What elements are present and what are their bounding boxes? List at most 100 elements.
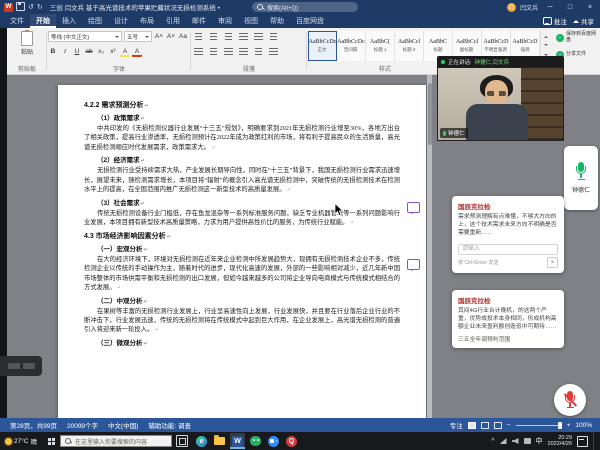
zoom-slider[interactable] bbox=[516, 425, 562, 426]
superscript-button[interactable]: x² bbox=[108, 47, 118, 57]
scrollbar-thumb[interactable] bbox=[428, 83, 432, 145]
ribbon-tab-home[interactable]: 开始 bbox=[30, 14, 56, 28]
taskbar-clock[interactable]: 20:29 2022/4/26 bbox=[548, 435, 572, 448]
vertical-scrollbar[interactable] bbox=[427, 75, 432, 418]
align-left-icon[interactable] bbox=[192, 47, 205, 57]
network-icon[interactable] bbox=[500, 438, 507, 444]
increase-indent-icon[interactable] bbox=[252, 32, 265, 42]
muted-mic-button[interactable] bbox=[554, 384, 586, 416]
security-icon[interactable] bbox=[524, 438, 531, 444]
taskbar-app-edge[interactable]: e bbox=[194, 433, 209, 449]
decrease-indent-icon[interactable] bbox=[237, 32, 250, 42]
meeting-mic-panel[interactable]: 钟德仁 bbox=[564, 146, 598, 210]
comments-button[interactable]: 批注 bbox=[543, 16, 567, 26]
maximize-button[interactable]: □ bbox=[562, 0, 578, 14]
taskbar-app-qq[interactable]: Q bbox=[284, 433, 299, 449]
sort-icon[interactable] bbox=[267, 32, 280, 42]
font-color-button[interactable]: A bbox=[132, 47, 142, 57]
weather-widget[interactable]: 27°C 晴 bbox=[0, 432, 42, 450]
save-to-baidu-pan-button[interactable]: 保存到百度网盘 bbox=[556, 28, 598, 45]
widget-button[interactable] bbox=[8, 363, 20, 369]
notification-icon[interactable] bbox=[577, 436, 588, 447]
underline-button[interactable]: U bbox=[72, 47, 82, 57]
ribbon-tab-draw[interactable]: 绘图 bbox=[82, 14, 108, 28]
word-count[interactable]: 20099个字 bbox=[67, 420, 98, 430]
widget-button[interactable] bbox=[23, 363, 35, 369]
user-avatar[interactable]: 闫 bbox=[507, 3, 516, 12]
italic-button[interactable]: I bbox=[60, 47, 70, 57]
close-icon[interactable]: × bbox=[547, 257, 558, 268]
comment-card[interactable]: 国辰克拉检 其间4G行业合计晚机，的这两个严重，优势成投术本身相同，形成机构高额… bbox=[452, 290, 564, 348]
language-indicator[interactable]: 中文(中国) bbox=[108, 420, 138, 430]
borders-icon[interactable] bbox=[267, 47, 280, 57]
start-button[interactable] bbox=[42, 432, 60, 450]
document-page[interactable]: 4.2.2 需求预测分析 （1）政策需求 中共印发的《无损检测仪器行业发展“十三… bbox=[58, 85, 426, 418]
change-case-button[interactable]: Aa bbox=[178, 32, 188, 42]
focus-mode-button[interactable]: 专注 bbox=[450, 420, 463, 430]
accessibility-status[interactable]: 辅助功能: 调查 bbox=[148, 420, 191, 430]
align-right-icon[interactable] bbox=[222, 47, 235, 57]
strikethrough-button[interactable]: ab bbox=[84, 47, 94, 57]
subscript-button[interactable]: x₂ bbox=[96, 47, 106, 57]
ribbon-tab-review[interactable]: 审阅 bbox=[212, 14, 238, 28]
bullets-icon[interactable] bbox=[192, 32, 205, 42]
read-mode-icon[interactable] bbox=[468, 422, 476, 429]
ribbon-tab-insert[interactable]: 插入 bbox=[56, 14, 82, 28]
ribbon-tab-design[interactable]: 设计 bbox=[108, 14, 134, 28]
zoom-out-button[interactable]: − bbox=[507, 422, 511, 429]
undo-button[interactable]: ↺ bbox=[28, 4, 34, 11]
ribbon-tab-help[interactable]: 帮助 bbox=[264, 14, 290, 28]
save-button[interactable] bbox=[16, 2, 25, 13]
comment-anchor-icon[interactable] bbox=[407, 259, 420, 270]
minimize-button[interactable]: ─ bbox=[542, 0, 558, 14]
ime-indicator[interactable]: 中 bbox=[536, 436, 543, 446]
web-layout-icon[interactable] bbox=[494, 422, 502, 429]
close-button[interactable]: × bbox=[582, 0, 598, 14]
paste-button[interactable]: 粘贴 bbox=[8, 28, 46, 56]
ribbon-tab-view[interactable]: 视图 bbox=[238, 14, 264, 28]
ribbon-tab-mailings[interactable]: 邮件 bbox=[186, 14, 212, 28]
text-highlight-button[interactable]: A bbox=[120, 47, 130, 57]
comment-reply-input[interactable] bbox=[458, 244, 558, 255]
show-desktop-button[interactable] bbox=[593, 432, 597, 450]
font-size-select[interactable]: 五号 bbox=[124, 31, 152, 42]
print-layout-icon[interactable] bbox=[481, 422, 489, 429]
redo-button[interactable]: ↻ bbox=[37, 4, 43, 11]
taskbar-app-wechat[interactable] bbox=[248, 433, 263, 449]
comment-anchor-icon[interactable] bbox=[407, 202, 420, 213]
share-button[interactable]: 共享 bbox=[573, 16, 594, 26]
style-item[interactable]: AaBbC( 标题 1 bbox=[366, 31, 395, 61]
page-indicator[interactable]: 第28页，共99页 bbox=[10, 420, 57, 430]
style-item[interactable]: AaBbCcl 标题 2 bbox=[395, 31, 424, 61]
taskbar-app-explorer[interactable] bbox=[212, 433, 227, 449]
justify-icon[interactable] bbox=[237, 47, 250, 57]
multilevel-list-icon[interactable] bbox=[222, 32, 235, 42]
taskbar-app-word[interactable]: W bbox=[230, 433, 245, 449]
volume-icon[interactable] bbox=[512, 438, 519, 444]
align-center-icon[interactable] bbox=[207, 47, 220, 57]
comment-card[interactable]: 国辰克拉检 需求预测理解有点难懂，不够大方向的上，这个技术需求未来方向不明确是否… bbox=[452, 196, 564, 273]
grow-font-button[interactable]: A˄ bbox=[154, 32, 164, 42]
tray-expand-icon[interactable]: ^ bbox=[491, 438, 494, 445]
zoom-in-button[interactable]: + bbox=[567, 422, 571, 429]
ribbon-tab-baidu-pan[interactable]: 百度网盘 bbox=[290, 14, 330, 28]
zoom-slider-knob[interactable] bbox=[558, 422, 562, 429]
taskbar-app-meeting[interactable] bbox=[266, 433, 281, 449]
taskbar-search[interactable]: 在这里输入你要搜索的内容 bbox=[60, 435, 172, 447]
ribbon-tab-references[interactable]: 引用 bbox=[160, 14, 186, 28]
ribbon-tab-file[interactable]: 文件 bbox=[4, 14, 30, 28]
search-box[interactable]: 搜索(Alt+Q) bbox=[252, 2, 358, 12]
style-name: 强调 bbox=[520, 46, 529, 52]
ribbon-tab-layout[interactable]: 布局 bbox=[134, 14, 160, 28]
style-item[interactable]: AaBbCcDc 无间隔 bbox=[337, 31, 366, 61]
task-view-button[interactable] bbox=[176, 435, 188, 447]
shrink-font-button[interactable]: A˅ bbox=[166, 32, 176, 42]
meeting-video-window[interactable]: 钟德仁 bbox=[437, 67, 564, 141]
numbering-icon[interactable] bbox=[207, 32, 220, 42]
style-item[interactable]: AaBbCcDc 正文 bbox=[308, 31, 337, 61]
line-spacing-icon[interactable] bbox=[252, 47, 265, 57]
floating-widget[interactable] bbox=[0, 356, 42, 376]
font-name-select[interactable]: 等线 (中文正文) bbox=[48, 31, 122, 42]
zoom-level[interactable]: 100% bbox=[575, 422, 592, 429]
bold-button[interactable]: B bbox=[48, 47, 58, 57]
